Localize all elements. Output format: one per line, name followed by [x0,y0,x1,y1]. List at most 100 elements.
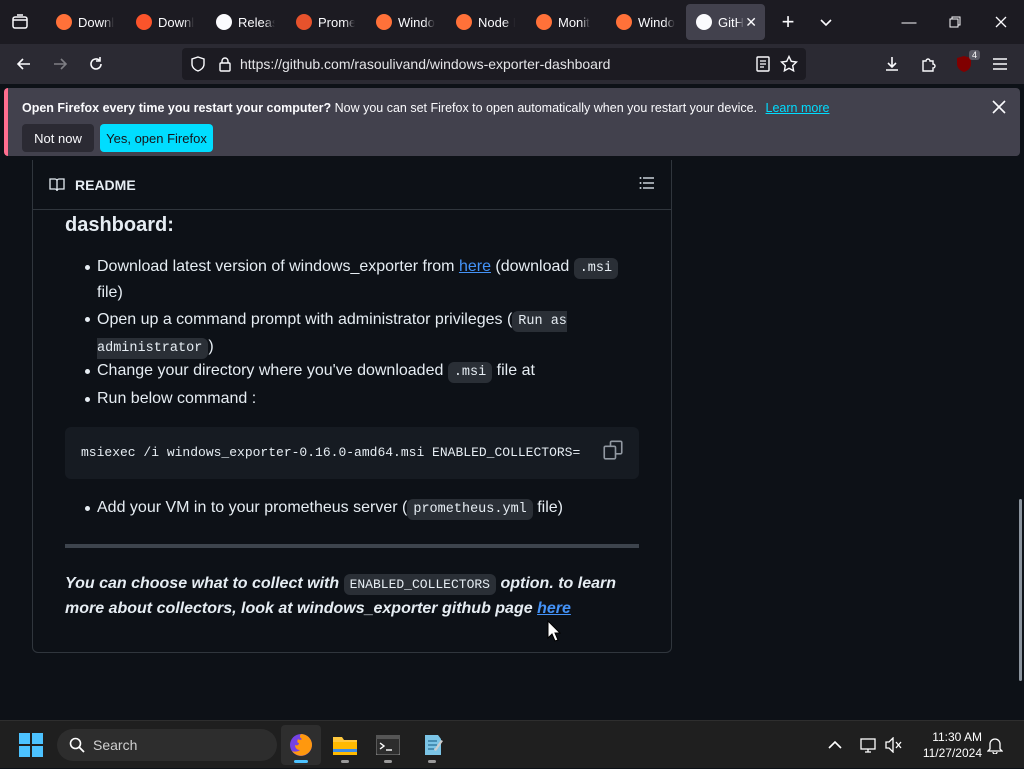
arrow-left-icon [16,58,30,70]
collectors-here-link[interactable]: here [537,600,571,617]
browser-tab[interactable]: GitH ✕ [686,4,765,40]
back-button[interactable] [6,46,42,82]
code-block: msiexec /i windows_exporter-0.16.0-amd64… [65,427,639,479]
browser-tab[interactable]: Releas [206,4,285,40]
restore-button[interactable] [932,0,978,44]
list-item-text: ) [208,338,214,355]
learn-more-link[interactable]: Learn more [766,101,830,115]
inline-code: .msi [573,258,619,279]
reload-icon [90,57,102,70]
windows-start-icon[interactable] [19,733,43,757]
horizontal-rule [65,544,639,548]
bell-icon [987,738,1003,754]
tab-close-icon[interactable]: ✕ [745,14,757,31]
collectors-note: You can choose what to collect with ENAB… [65,572,645,621]
list-item: Run below command : [85,387,637,411]
tab-strip: Downl Downl Releas Prome Windo Node I Monit Win… [0,0,1024,44]
ublock-extension-button[interactable]: 4 [946,46,982,82]
extension-badge: 4 [968,50,980,60]
taskbar-terminal[interactable] [368,725,408,765]
browser-tab[interactable]: Prome [286,4,365,40]
chevron-up-icon [828,740,842,749]
forward-button[interactable] [42,46,78,82]
browser-tab[interactable]: Downl [126,4,205,40]
chevron-down-icon [820,19,832,27]
notification-close-button[interactable] [992,98,1006,119]
bookmark-star-icon[interactable] [780,55,798,73]
browser-tab[interactable]: Windo [366,4,445,40]
list-item-text: (download [490,258,574,275]
inline-code: ENABLED_COLLECTORS [343,574,496,595]
running-indicator [384,760,392,763]
firefox-icon [56,14,72,30]
firefox-view-icon [12,14,28,29]
taskbar-search-box[interactable]: Search [57,729,277,761]
readme-tab-label[interactable]: README [75,177,136,193]
arrow-right-icon [54,58,68,70]
tab-label: Downl [158,14,195,30]
hamburger-menu-icon [993,58,1007,70]
brave-icon [136,14,152,30]
firefox-icon [376,14,392,30]
notifications-button[interactable] [987,721,1007,769]
close-window-button[interactable] [978,0,1024,44]
taskbar-firefox[interactable] [281,725,321,765]
download-icon [886,57,898,71]
tab-label: Prome [318,14,355,30]
running-indicator [428,760,436,763]
downloads-button[interactable] [874,46,910,82]
reader-view-icon[interactable] [756,56,770,72]
speaker-muted-icon [885,737,902,753]
firefox-view-button[interactable] [0,0,40,44]
notification-message: Open Firefox every time you restart your… [22,101,829,115]
minimize-button[interactable]: — [886,0,932,44]
shield-icon[interactable] [190,56,206,72]
list-item-text: file at [492,362,535,379]
show-hidden-icons-button[interactable] [828,721,848,769]
readme-header: README [33,160,671,210]
taskbar-file-explorer[interactable] [325,725,365,765]
url-text[interactable]: https://github.com/rasoulivand/windows-e… [240,56,610,72]
volume-button[interactable] [885,721,907,769]
lock-icon[interactable] [218,56,232,72]
browser-tab[interactable]: Monit [526,4,605,40]
tab-label: Downl [78,14,115,30]
notification-text: Now you can set Firefox to open automati… [334,101,758,115]
section-heading: dashboard: [65,214,174,236]
browser-tab[interactable]: Windo [606,4,685,40]
list-item-text: Open up a command prompt with administra… [97,311,513,328]
page-content: README dashboard: Download latest versio… [0,160,1024,720]
address-bar[interactable]: https://github.com/rasoulivand/windows-e… [182,48,806,80]
reload-button[interactable] [78,46,114,82]
folder-icon [333,737,357,755]
yes-open-firefox-button[interactable]: Yes, open Firefox [100,124,213,152]
running-indicator [341,760,349,763]
app-menu-button[interactable] [982,46,1018,82]
network-status-button[interactable] [860,721,882,769]
taskbar-notepad[interactable] [412,725,452,765]
restore-icon [949,16,961,28]
not-now-button[interactable]: Not now [22,124,94,152]
minimize-icon: — [901,13,917,31]
tab-label: Windo [398,14,435,30]
extensions-button[interactable] [910,46,946,82]
new-tab-button[interactable]: + [768,4,808,40]
network-icon [860,738,876,753]
browser-tab[interactable]: Downl [46,4,125,40]
download-here-link[interactable]: here [459,258,491,275]
book-icon [49,177,65,191]
list-all-tabs-button[interactable] [808,4,844,40]
puzzle-icon [922,58,936,72]
list-item-text: Add your VM in to your prometheus server… [97,499,408,516]
page-scrollbar[interactable] [1019,499,1022,681]
outline-list-icon[interactable] [639,176,655,190]
tab-label: Releas [238,14,275,30]
copy-icon[interactable] [603,440,623,460]
prometheus-icon [296,14,312,30]
list-item: Download latest version of windows_expor… [85,255,637,305]
code-block-text[interactable]: msiexec /i windows_exporter-0.16.0-amd64… [81,445,580,460]
list-item-text: Run below command : [97,390,257,407]
browser-tab[interactable]: Node I [446,4,525,40]
system-clock[interactable]: 11:30 AM 11/27/2024 [916,729,982,761]
mouse-cursor-icon [547,620,561,642]
